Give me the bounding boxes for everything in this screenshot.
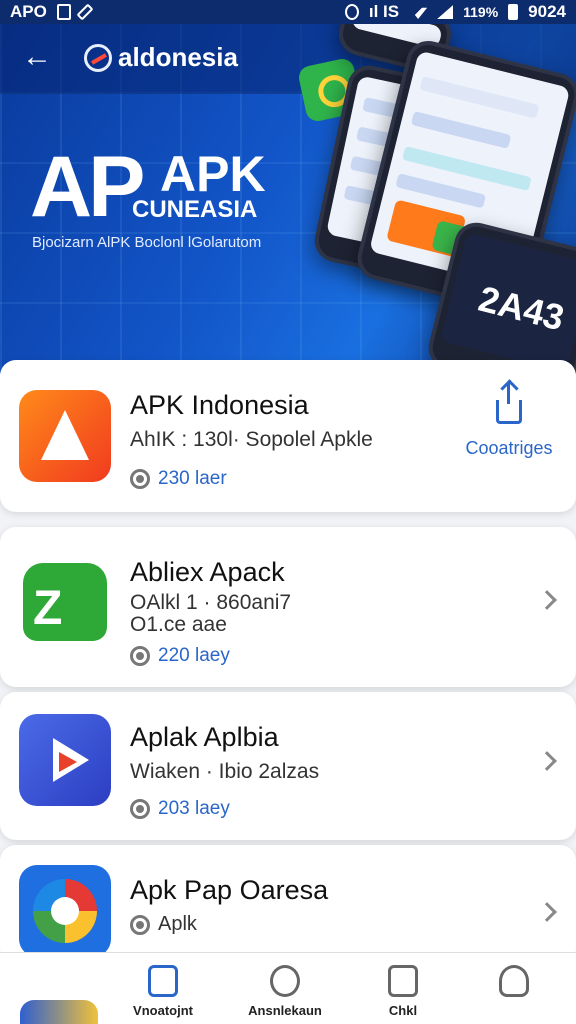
nav-label: Chkl bbox=[388, 1003, 418, 1018]
chevron-right-icon[interactable] bbox=[537, 590, 557, 610]
apk-indonesia-icon bbox=[19, 390, 111, 482]
brand-name: aldonesia bbox=[118, 42, 238, 72]
hero-subtitle: CUNEASIA bbox=[132, 196, 258, 223]
chevron-right-icon[interactable] bbox=[537, 902, 557, 922]
app-title: Apk Pap Oaresa bbox=[130, 875, 329, 905]
nav-item-book[interactable]: Chkl bbox=[353, 965, 453, 1024]
hero-apk-text: APK bbox=[160, 146, 266, 202]
alarm-icon bbox=[344, 4, 359, 20]
aplak-aplbia-icon bbox=[19, 714, 111, 806]
back-arrow-icon[interactable]: ← bbox=[22, 42, 52, 72]
search-icon bbox=[270, 965, 300, 997]
app-meta: Aplk bbox=[130, 913, 197, 936]
status-time: 9024 bbox=[528, 2, 566, 21]
battery-icon bbox=[508, 4, 519, 20]
phone-number-display: 2A43 bbox=[474, 277, 569, 339]
app-meta-line1: OAlkl 1 · 860ani7 bbox=[130, 591, 292, 614]
share-label: Cooatriges bbox=[465, 438, 553, 458]
app-title: Aplak Aplbia bbox=[130, 722, 279, 752]
status-left-text: APO bbox=[10, 2, 47, 21]
nav-label: Ansnlekaun bbox=[248, 1003, 322, 1018]
shield-icon bbox=[130, 799, 150, 819]
app-card-abliex-apack[interactable]: Z Abliex Apack OAlkl 1 · 860ani7 O1.ce a… bbox=[0, 527, 576, 687]
share-icon bbox=[496, 382, 522, 424]
shield-icon bbox=[130, 646, 150, 666]
edit-icon bbox=[76, 3, 94, 21]
app-title: Abliex Apack bbox=[130, 557, 285, 587]
hero-banner: ← aldonesia 2A43 AP APK CUNEASIA Bjociza… bbox=[0, 24, 576, 374]
nav-item-search[interactable]: Ansnlekaun bbox=[235, 965, 335, 1024]
nav-label: Vnoatojnt bbox=[133, 1003, 193, 1018]
nav-item-profile[interactable] bbox=[464, 965, 564, 1024]
battery-percent: 119% bbox=[463, 4, 499, 20]
share-button[interactable]: Cooatriges bbox=[464, 382, 554, 470]
app-meta: AhIK : 130l· Sopolel Apkle bbox=[130, 428, 373, 451]
app-rating: 220 laey bbox=[130, 645, 230, 667]
app-title: APK Indonesia bbox=[130, 390, 309, 420]
hero-tagline: Bjocizarn AlPK Boclonl lGolarutom bbox=[32, 234, 262, 251]
chevron-right-icon[interactable] bbox=[537, 751, 557, 771]
rating-text: 220 laey bbox=[158, 645, 230, 666]
rating-text: 230 laer bbox=[158, 468, 227, 489]
phone-icon bbox=[56, 4, 71, 20]
tabs-icon bbox=[148, 965, 178, 997]
clock-icon bbox=[130, 914, 150, 935]
brand-logo-icon bbox=[84, 43, 112, 72]
abliex-apack-icon: Z bbox=[19, 555, 111, 647]
hero-big-text: AP bbox=[30, 139, 145, 235]
brand: aldonesia bbox=[84, 42, 238, 73]
app-card-aplak-aplbia[interactable]: Aplak Aplbia Wiaken · Ibio 2alzas 203 la… bbox=[0, 692, 576, 840]
status-left: APO bbox=[10, 2, 94, 22]
app-card-apk-pap-oaresa[interactable]: Apk Pap Oaresa Aplk bbox=[0, 845, 576, 965]
meta-text: Aplk bbox=[158, 913, 197, 935]
wifi-icon bbox=[409, 7, 428, 19]
nav-item-tabs[interactable]: Vnoatojnt bbox=[113, 965, 213, 1024]
shield-icon bbox=[130, 469, 150, 489]
apk-pap-oaresa-icon bbox=[19, 865, 111, 957]
signal-icon bbox=[437, 5, 454, 19]
app-rating: 203 laey bbox=[130, 798, 230, 820]
profile-icon bbox=[499, 965, 529, 997]
app-meta: Wiaken · Ibio 2alzas bbox=[130, 760, 320, 783]
app-rating: 230 laer bbox=[130, 468, 227, 490]
rating-text: 203 laey bbox=[158, 798, 230, 819]
status-bar: APO ıl IS 119% 9024 bbox=[0, 0, 576, 24]
corner-app-icon bbox=[20, 1000, 98, 1024]
status-right-text: ıl IS bbox=[368, 2, 400, 21]
app-meta-line2: O1.ce aae bbox=[130, 613, 227, 636]
book-icon bbox=[388, 965, 418, 997]
status-right: ıl IS 119% 9024 bbox=[344, 2, 566, 22]
app-card-apk-indonesia[interactable]: APK Indonesia AhIK : 130l· Sopolel Apkle… bbox=[0, 360, 576, 512]
